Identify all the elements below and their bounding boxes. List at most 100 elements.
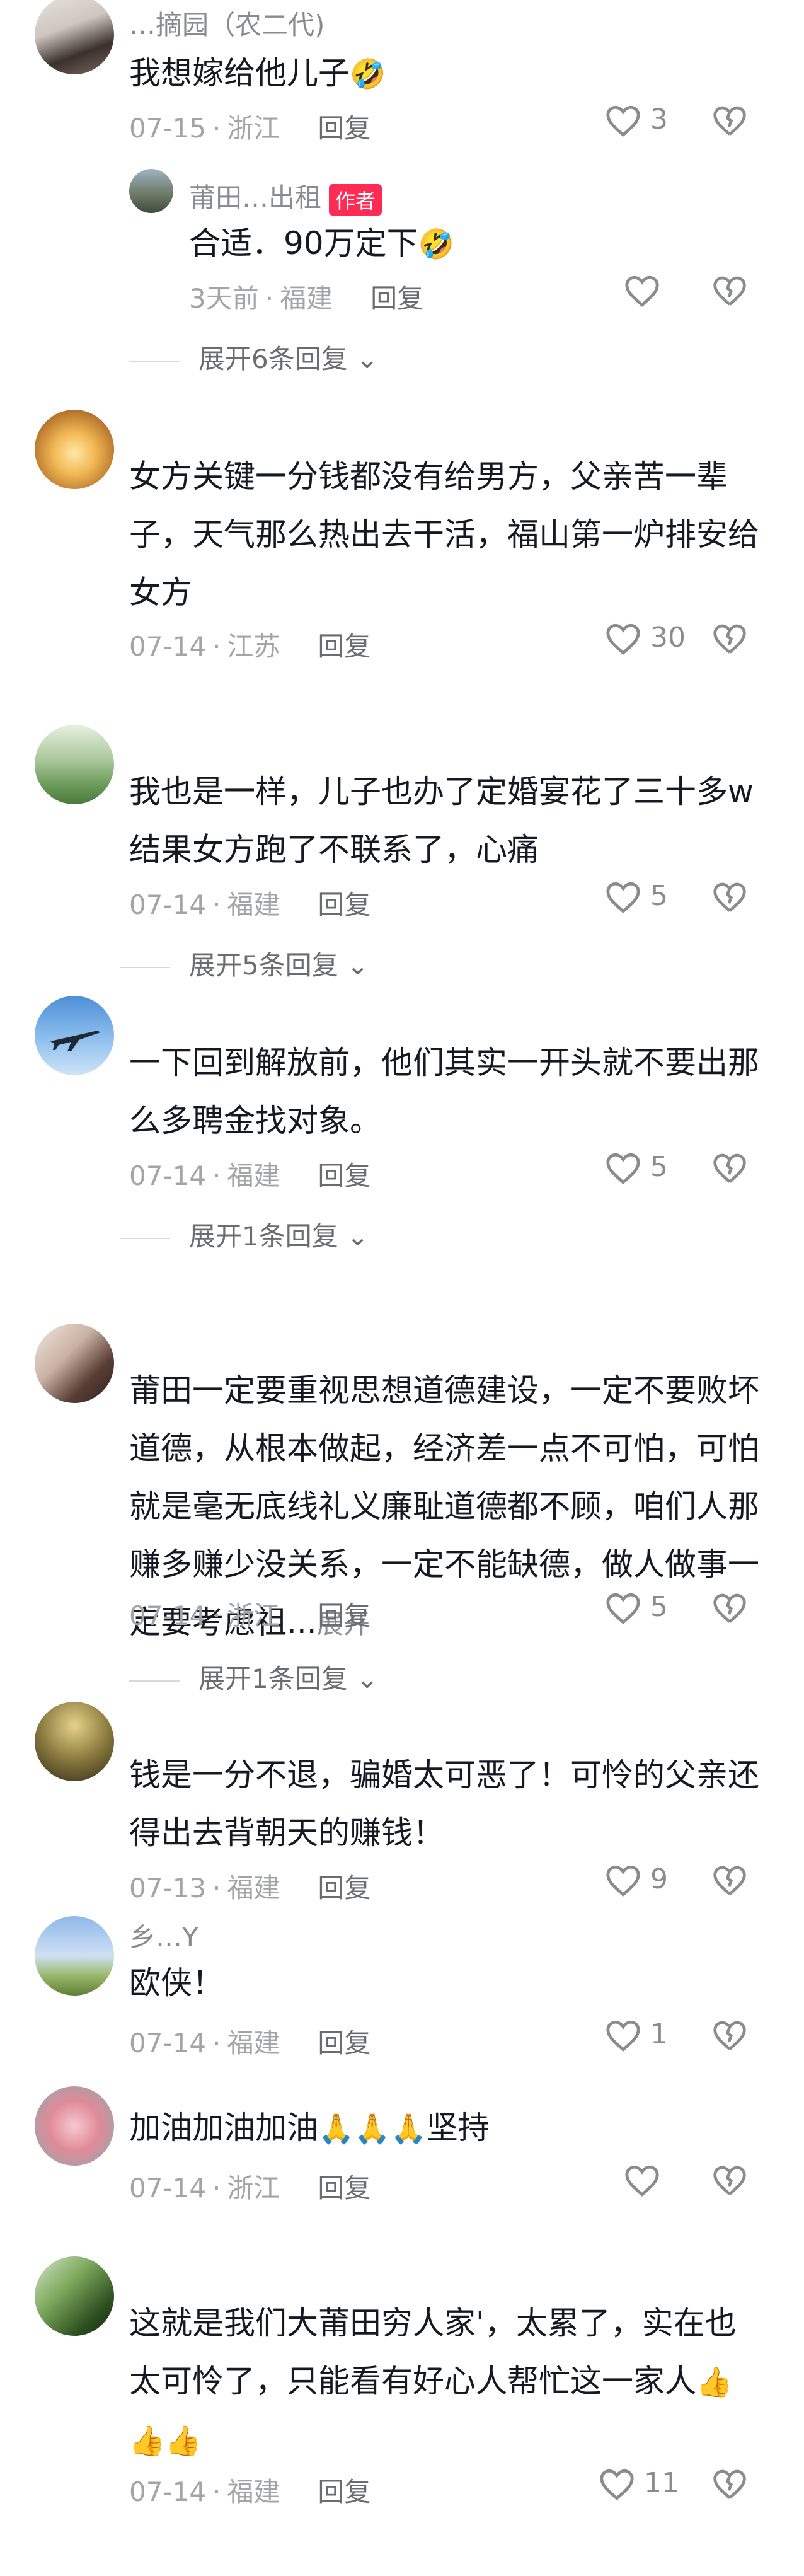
reply-text: 合适．90万定下🤣 — [189, 214, 756, 273]
comment-date: 07-14 — [129, 889, 207, 920]
like-count: 1 — [650, 2018, 668, 2050]
heart-icon — [606, 1865, 640, 1897]
broken-heart-icon — [713, 882, 746, 912]
comment-date: 07-14 — [129, 2028, 207, 2059]
reply-date: 3天前 — [189, 283, 259, 314]
like-button[interactable]: 3 — [605, 103, 668, 138]
reply-username[interactable]: 莆田…出租 作者 — [189, 176, 382, 216]
comment-date: 07-14 — [129, 2173, 207, 2203]
dislike-button[interactable] — [712, 1152, 747, 1187]
like-count: 5 — [650, 880, 668, 912]
broken-heart-icon — [713, 106, 746, 136]
username[interactable]: 乡…Y — [129, 1916, 198, 1955]
dislike-button[interactable] — [712, 623, 747, 658]
broken-heart-icon — [713, 1593, 746, 1623]
comment-date: 07-15 — [129, 113, 207, 144]
reply-dislike-button[interactable] — [712, 275, 747, 310]
username[interactable]: …摘园（农二代) — [129, 4, 324, 42]
comment-body: 这就是我们大莆田穷人家'，太累了，实在也太可怜了，只能看有好心人帮忙这一家人 — [129, 2305, 737, 2400]
heart-icon — [606, 105, 640, 137]
dislike-button[interactable] — [712, 1592, 747, 1627]
chevron-down-icon: ⌄ — [338, 950, 369, 981]
like-button[interactable] — [624, 2163, 660, 2198]
comment-meta: 07-14 · 福建 回复 — [129, 2476, 371, 2507]
heart-icon — [606, 1593, 640, 1624]
comment-body-after: 坚持 — [426, 2110, 490, 2146]
like-button[interactable]: 30 — [605, 621, 686, 656]
reply-button[interactable]: 回复 — [370, 283, 423, 314]
comment-meta: 07-14 · 浙江 回复 — [129, 2173, 371, 2203]
like-count: 5 — [650, 1591, 668, 1623]
avatar[interactable] — [35, 410, 114, 489]
reply-like-button[interactable] — [624, 274, 660, 308]
emoji: 🤣 — [418, 227, 454, 261]
comment-body: 加油加油加油 — [129, 2110, 318, 2146]
broken-heart-icon — [713, 2021, 746, 2050]
emoji: 🤣 — [350, 57, 386, 91]
comment-body: 我也是一样，儿子也办了定婚宴花了三十多w结果女方跑了不联系了，心痛 — [129, 773, 754, 868]
heart-icon — [606, 623, 640, 655]
like-button[interactable]: 1 — [605, 2018, 668, 2053]
like-button[interactable]: 5 — [605, 1151, 668, 1186]
avatar[interactable] — [35, 2086, 114, 2166]
avatar[interactable] — [35, 996, 114, 1075]
comment-text: 一下回到解放前，他们其实一开头就不要出那么多聘金找对象。 — [129, 1034, 766, 1150]
dislike-button[interactable] — [712, 2468, 747, 2504]
like-count: 11 — [644, 2467, 679, 2499]
comment-body: 我想嫁给他儿子 — [129, 55, 350, 91]
broken-heart-icon — [713, 624, 746, 654]
expand-replies[interactable]: 展开1条回复 ⌄ — [129, 1658, 378, 1696]
like-button[interactable]: 5 — [605, 1591, 668, 1626]
heart-icon — [625, 275, 659, 307]
comment-location: 福建 — [227, 1873, 280, 1903]
reply-button[interactable]: 回复 — [318, 1160, 370, 1191]
expand-replies[interactable]: 展开1条回复 ⌄ — [120, 1215, 369, 1254]
comment-text: 欧侠！ — [129, 1954, 766, 2012]
reply-button[interactable]: 回复 — [318, 113, 370, 144]
comment-text: 我想嫁给他儿子🤣 — [129, 44, 766, 103]
comment-body: 欧侠！ — [129, 1965, 224, 2001]
comment-text: 钱是一分不退，骗婚太可恶了！可怜的父亲还得出去背朝天的赚钱！ — [129, 1746, 766, 1862]
comment-location: 浙江 — [227, 2173, 280, 2203]
avatar[interactable] — [35, 725, 114, 804]
dislike-button[interactable] — [712, 1864, 747, 1900]
heart-icon — [606, 2020, 640, 2052]
reply-button[interactable]: 回复 — [318, 2028, 370, 2059]
avatar[interactable] — [35, 1916, 114, 1996]
dislike-button[interactable] — [712, 2164, 747, 2200]
reply-button[interactable]: 回复 — [318, 889, 370, 920]
expand-replies[interactable]: 展开5条回复 ⌄ — [120, 944, 369, 983]
comment-body: 钱是一分不退，骗婚太可恶了！可怜的父亲还得出去背朝天的赚钱！ — [129, 1757, 759, 1851]
like-button[interactable]: 5 — [605, 880, 668, 915]
avatar[interactable] — [35, 0, 114, 74]
comment-meta: 07-15 · 浙江 回复 — [129, 113, 371, 144]
like-count: 30 — [650, 621, 686, 654]
comment-meta: 07-14 · 福建 回复 — [129, 2028, 371, 2059]
like-count: 5 — [650, 1151, 668, 1183]
like-button[interactable]: 11 — [599, 2467, 679, 2502]
dislike-button[interactable] — [712, 105, 747, 140]
like-button[interactable]: 9 — [605, 1863, 668, 1898]
reply-avatar[interactable] — [129, 169, 173, 213]
avatar[interactable] — [35, 2256, 114, 2336]
heart-icon — [606, 882, 640, 913]
reply-button[interactable]: 回复 — [318, 2173, 370, 2203]
chevron-down-icon: ⌄ — [347, 1663, 379, 1694]
comment-location: 福建 — [227, 889, 280, 920]
author-tag: 作者 — [329, 183, 382, 216]
chevron-down-icon: ⌄ — [338, 1221, 369, 1252]
avatar[interactable] — [35, 1324, 114, 1403]
comment-date: 07-14 — [129, 2476, 207, 2507]
dislike-button[interactable] — [712, 881, 747, 916]
reply-button[interactable]: 回复 — [318, 1600, 370, 1631]
reply-button[interactable]: 回复 — [318, 1873, 370, 1903]
comment-date: 07-14 — [129, 1160, 207, 1191]
comment-meta: 07-14 · 福建 回复 — [129, 1160, 371, 1191]
reply-button[interactable]: 回复 — [318, 2476, 370, 2507]
expand-replies[interactable]: 展开6条回复 ⌄ — [129, 338, 378, 376]
emoji: 🙏🙏🙏 — [318, 2111, 427, 2146]
avatar[interactable] — [35, 1702, 114, 1781]
dislike-button[interactable] — [712, 2019, 747, 2055]
reply-button[interactable]: 回复 — [318, 631, 370, 662]
comment-body: 一下回到解放前，他们其实一开头就不要出那么多聘金找对象。 — [129, 1044, 759, 1139]
